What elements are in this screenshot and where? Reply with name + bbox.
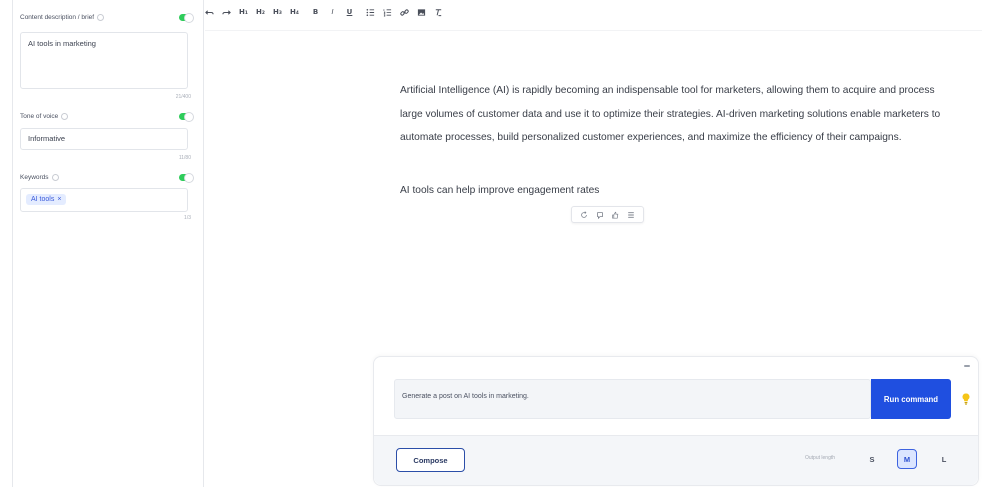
suggestion-toolbar [571, 206, 644, 223]
thumbs-up-icon[interactable] [611, 211, 619, 219]
length-medium-button[interactable]: M [897, 449, 917, 469]
editor-paragraph-2[interactable]: AI tools can help improve engagement rat… [400, 185, 599, 196]
keywords-header: Keywords [20, 170, 194, 184]
editor-paragraph-1[interactable]: Artificial Intelligence (AI) is rapidly … [400, 79, 960, 150]
tone-value: Informative [28, 134, 66, 143]
content-brief-toggle[interactable] [179, 12, 194, 23]
command-input-value: Generate a post on AI tools in marketing… [402, 393, 529, 400]
link-icon[interactable] [400, 6, 409, 18]
info-icon[interactable] [51, 173, 59, 181]
info-icon[interactable] [61, 112, 69, 120]
image-icon[interactable] [417, 6, 426, 18]
content-brief-label: Content description / brief [20, 13, 95, 21]
keywords-counter: 1/3 [184, 215, 191, 221]
heading-2-button[interactable]: H₂ [256, 6, 265, 18]
tone-toggle[interactable] [179, 111, 194, 122]
keywords-toggle[interactable] [179, 172, 194, 183]
heading-3-button[interactable]: H₃ [273, 6, 282, 18]
run-command-button[interactable]: Run command [871, 379, 951, 419]
numbered-list-icon[interactable] [383, 6, 392, 18]
content-brief-counter: 21/400 [175, 94, 191, 100]
italic-button[interactable]: I [328, 6, 337, 18]
tone-counter: 11/80 [178, 155, 191, 161]
keywords-label: Keywords [20, 173, 49, 181]
undo-icon[interactable] [205, 6, 214, 18]
heading-1-button[interactable]: H₁ [239, 6, 248, 18]
minimize-icon[interactable] [964, 365, 970, 367]
command-footer: Compose Output length S M L [374, 435, 978, 485]
editor-toolbar: H₁ H₂ H₃ H₄ B I U [205, 5, 443, 19]
command-input[interactable]: Generate a post on AI tools in marketing… [394, 379, 871, 419]
bullet-list-icon[interactable] [366, 6, 375, 18]
output-length-label: Output length [805, 455, 836, 461]
keyword-chip-label: AI tools [31, 196, 55, 203]
compose-button[interactable]: Compose [396, 448, 465, 472]
tone-input[interactable]: Informative [20, 128, 188, 150]
command-panel: Generate a post on AI tools in marketing… [373, 356, 979, 486]
remove-keyword-icon[interactable]: × [57, 196, 61, 203]
content-brief-value: AI tools in marketing [28, 39, 96, 48]
regenerate-icon[interactable] [580, 210, 588, 219]
length-large-button[interactable]: L [934, 449, 954, 469]
length-small-button[interactable]: S [862, 449, 882, 469]
heading-4-button[interactable]: H₄ [290, 6, 299, 18]
keywords-input[interactable]: AI tools × [20, 188, 188, 212]
lightbulb-icon[interactable] [962, 393, 970, 405]
bold-button[interactable]: B [311, 6, 320, 18]
content-brief-textarea[interactable]: AI tools in marketing [20, 32, 188, 89]
clear-format-icon[interactable] [434, 6, 443, 18]
toolbar-divider [205, 30, 982, 31]
keyword-chip: AI tools × [26, 194, 67, 205]
redo-icon[interactable] [222, 6, 231, 18]
brief-sidebar: Content description / brief AI tools in … [12, 0, 204, 487]
tone-header: Tone of voice [20, 109, 194, 123]
list-icon[interactable] [627, 211, 635, 219]
info-icon[interactable] [97, 13, 105, 21]
comment-icon[interactable] [596, 211, 604, 219]
tone-label: Tone of voice [20, 112, 59, 120]
underline-button[interactable]: U [345, 6, 354, 18]
content-brief-header: Content description / brief [20, 10, 194, 24]
